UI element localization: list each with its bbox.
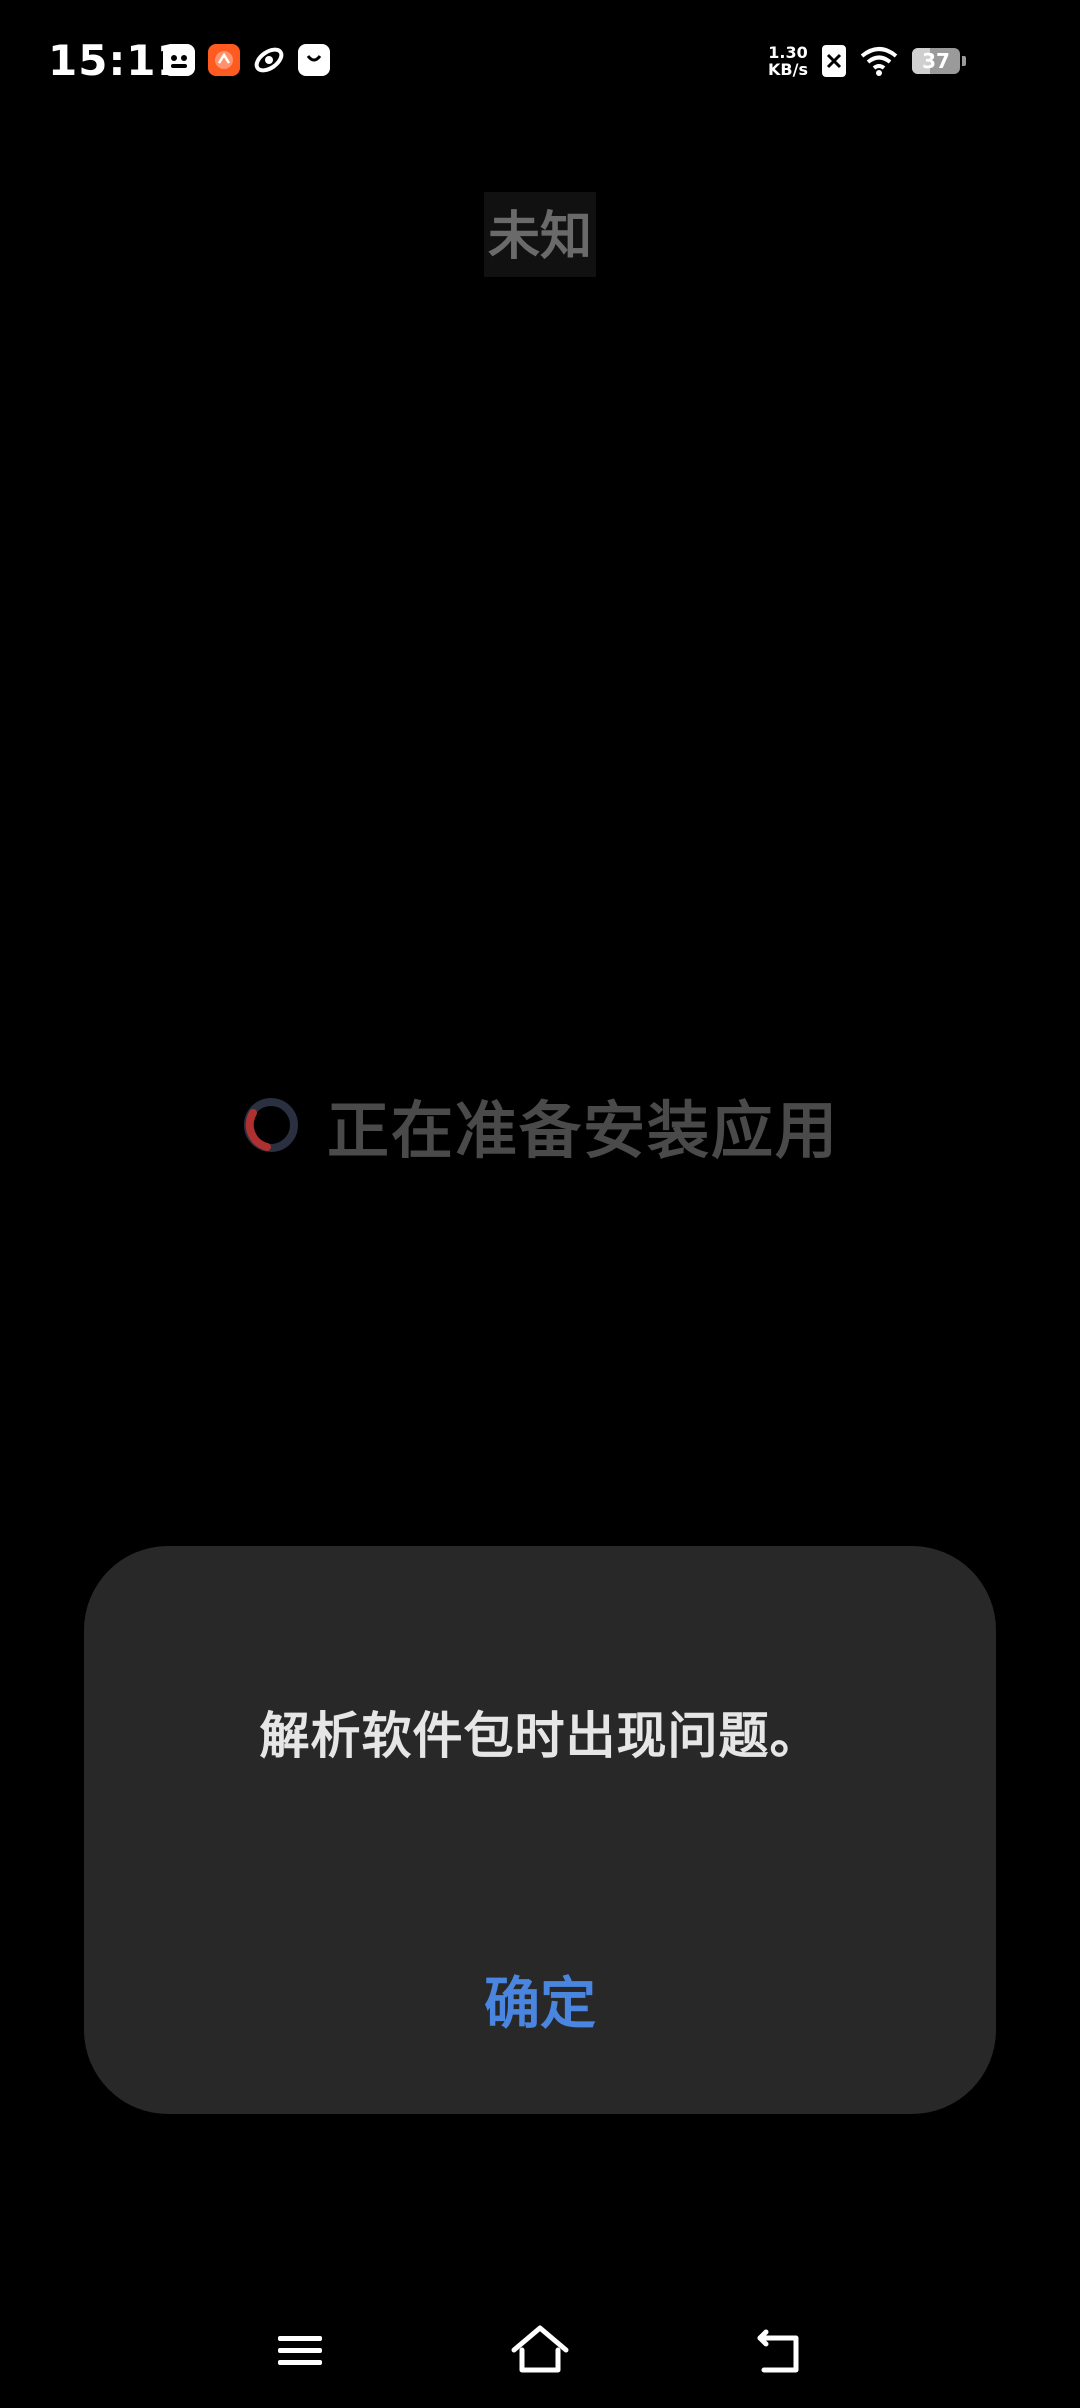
- loading-indicator: 正在准备安装应用: [0, 1080, 1080, 1170]
- network-speed-value: 1.30: [768, 43, 808, 62]
- battery-tip: [962, 56, 966, 66]
- navigation-bar: [0, 2300, 1080, 2390]
- no-sim-icon: [822, 45, 846, 77]
- confirm-button[interactable]: 确定: [440, 1954, 640, 2044]
- home-icon: [511, 2325, 569, 2373]
- menu-icon: [278, 2336, 322, 2365]
- notification-icons: [163, 44, 330, 76]
- back-button[interactable]: [750, 2320, 810, 2380]
- dialog-message: 解析软件包时出现问题。: [259, 1707, 821, 1765]
- loading-text: 正在准备安装应用: [326, 1094, 839, 1167]
- home-button[interactable]: [508, 2320, 569, 2380]
- orange-app-icon: [208, 44, 240, 76]
- loading-spinner-icon: [243, 1098, 298, 1152]
- app-name-header: 未知: [0, 192, 1080, 277]
- wifi-icon: [860, 47, 898, 76]
- status-indicators: 1.30 KB/s 37: [768, 44, 966, 78]
- menu-button[interactable]: [270, 2320, 330, 2380]
- app-name: 未知: [483, 192, 596, 277]
- baidu-netdisk-icon: [163, 44, 195, 76]
- battery-level: 37: [922, 49, 950, 73]
- back-icon: [757, 2329, 799, 2373]
- status-bar: 15:11 1.30 KB/s 37: [0, 0, 1080, 130]
- network-speed: 1.30 KB/s: [768, 44, 808, 78]
- battery-indicator: 37: [912, 48, 966, 74]
- shopping-bag-icon: [298, 44, 330, 76]
- swirl-app-icon: [253, 44, 285, 76]
- network-speed-unit: KB/s: [768, 60, 808, 79]
- error-dialog: 解析软件包时出现问题。 确定: [84, 1546, 996, 2114]
